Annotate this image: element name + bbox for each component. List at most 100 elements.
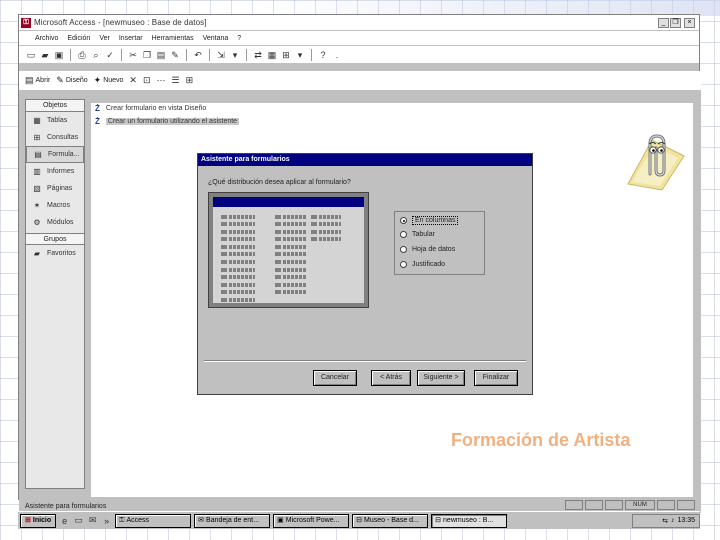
preview-field-value [283,260,307,265]
open-folder-icon[interactable]: ▰ [39,49,51,61]
form-wizard-dialog: Asistente para formularios ¿Qué distribu… [197,153,533,395]
preview-column [221,213,255,304]
design-button[interactable]: ✎ Diseño [56,75,87,86]
print-icon[interactable]: ⎙ [76,49,88,61]
start-label: Inicio [32,516,52,524]
objects-header[interactable]: Objetos [26,100,84,112]
task-button-newmuseo[interactable]: ⊟ newmuseo : B... [431,513,508,528]
preview-field-row [311,213,341,220]
title-bar[interactable]: ⚿ Microsoft Access - [newmuseo : Base de… [19,15,699,30]
menu-archivo[interactable]: Archivo [35,35,58,42]
task-button-inbox[interactable]: ✉ Bandeja de ent... [194,513,271,528]
menu-ventana[interactable]: Ventana [203,35,229,42]
radio-icon[interactable] [400,261,407,268]
sidebar-item-consultas[interactable]: ⊞ Consultas [26,129,84,146]
small-icons-icon[interactable]: ⋯ [157,75,166,86]
properties-icon[interactable]: ▦ [266,49,278,61]
option-tabular[interactable]: Tabular [400,231,435,238]
preview-field-value [229,252,255,257]
new-object-icon[interactable]: ▾ [294,49,306,61]
preview-field-row [221,281,255,288]
radio-icon[interactable] [400,246,407,253]
preview-field-label [221,260,227,265]
preview-field-label [221,298,227,303]
new-file-icon[interactable]: ▭ [25,49,37,61]
preview-field-label [275,260,281,265]
list-view-icon[interactable]: ☰ [172,75,180,86]
delete-icon[interactable]: ✕ [129,75,137,86]
preview-field-label [221,282,227,287]
list-item[interactable]: Ż Crear formulario en vista Diseño [95,104,206,113]
database-icon: ⊟ [356,516,363,524]
sidebar-item-favoritos[interactable]: ▰ Favoritos [26,245,84,262]
office-assistant[interactable] [622,126,686,192]
finish-button[interactable]: Finalizar [474,370,518,386]
preview-field-value [283,282,307,287]
preview-field-value [229,282,255,287]
quicklaunch-overflow-icon[interactable]: » [101,516,112,526]
cut-icon[interactable]: ✂ [127,49,139,61]
task-button-access[interactable]: ⚿ Access [115,513,192,528]
cancel-button[interactable]: Cancelar [313,370,357,386]
toolbar-separator [186,48,187,61]
menu-herramientas[interactable]: Herramientas [152,35,194,42]
windows-logo-icon: ⊞ [25,516,31,524]
paste-icon[interactable]: ▤ [155,49,167,61]
format-painter-icon[interactable]: ✎ [169,49,181,61]
radio-icon[interactable] [400,231,407,238]
status-box [605,500,623,510]
network-icon[interactable]: ⇆ [662,517,668,525]
save-icon[interactable]: ▣ [53,49,65,61]
objects-bar: Objetos ▦ Tablas ⊞ Consultas ▤ Formula..… [25,99,85,489]
desktop-icon[interactable]: ▭ [73,515,84,526]
internet-explorer-icon[interactable]: e [59,516,70,526]
sidebar-item-macros[interactable]: ✶ Macros [26,197,84,214]
preview-header-band [213,197,364,207]
sidebar-item-tablas[interactable]: ▦ Tablas [26,112,84,129]
preview-field-value [283,237,307,242]
sidebar-item-formularios[interactable]: ▤ Formula... [26,146,84,163]
volume-icon[interactable]: ♪ [671,517,675,524]
layout-preview [208,192,369,308]
wizard-title[interactable]: Asistente para formularios [198,154,532,166]
code-icon[interactable]: ⇄ [252,49,264,61]
wizard-shortcut-icon: Ż [95,104,100,113]
option-en-columnas[interactable]: En columnas [400,216,459,225]
option-justificado[interactable]: Justificado [400,261,445,268]
option-hoja-de-datos[interactable]: Hoja de datos [400,246,455,253]
sidebar-item-modulos[interactable]: ⚙ Módulos [26,214,84,231]
analyze-icon[interactable]: ▾ [229,49,241,61]
radio-selected-icon[interactable] [400,217,407,224]
start-button[interactable]: ⊞ Inicio [20,513,57,528]
help-icon[interactable]: ? [317,49,329,61]
task-button-museo[interactable]: ⊟ Museo - Base d... [352,513,429,528]
minimize-button[interactable]: _ [658,17,669,28]
next-button[interactable]: Siguiente > [417,370,465,386]
list-item[interactable]: Ż Crear un formulario utilizando el asis… [95,117,240,126]
sidebar-item-informes[interactable]: ▥ Informes [26,163,84,180]
print-preview-icon[interactable]: ⌕ [90,49,102,61]
option-label: En columnas [412,216,459,225]
back-button[interactable]: < Atrás [371,370,411,386]
office-links-icon[interactable]: ⇲ [215,49,227,61]
preview-field-value [229,298,255,303]
menu-ver[interactable]: Ver [99,35,110,42]
groups-header[interactable]: Grupos [26,233,84,245]
toolbar-overflow-icon[interactable]: . [331,49,343,61]
menu-help[interactable]: ? [237,35,241,42]
large-icons-icon[interactable]: ⊡ [143,75,151,86]
close-button[interactable]: × [684,17,695,28]
open-button[interactable]: ▤ Abrir [25,75,50,86]
menu-edicion[interactable]: Edición [67,35,90,42]
menu-insertar[interactable]: Insertar [119,35,143,42]
details-view-icon[interactable]: ⊞ [186,75,194,86]
new-button[interactable]: ✦ Nuevo [94,75,124,86]
sidebar-item-paginas[interactable]: ▧ Páginas [26,180,84,197]
task-button-powerpoint[interactable]: ▣ Microsoft Powe... [273,513,350,528]
outlook-icon[interactable]: ✉ [87,515,98,526]
spelling-icon[interactable]: ✓ [104,49,116,61]
relationships-icon[interactable]: ⊞ [280,49,292,61]
undo-icon[interactable]: ↶ [192,49,204,61]
restore-button[interactable]: ❐ [670,17,681,28]
copy-icon[interactable]: ❐ [141,49,153,61]
